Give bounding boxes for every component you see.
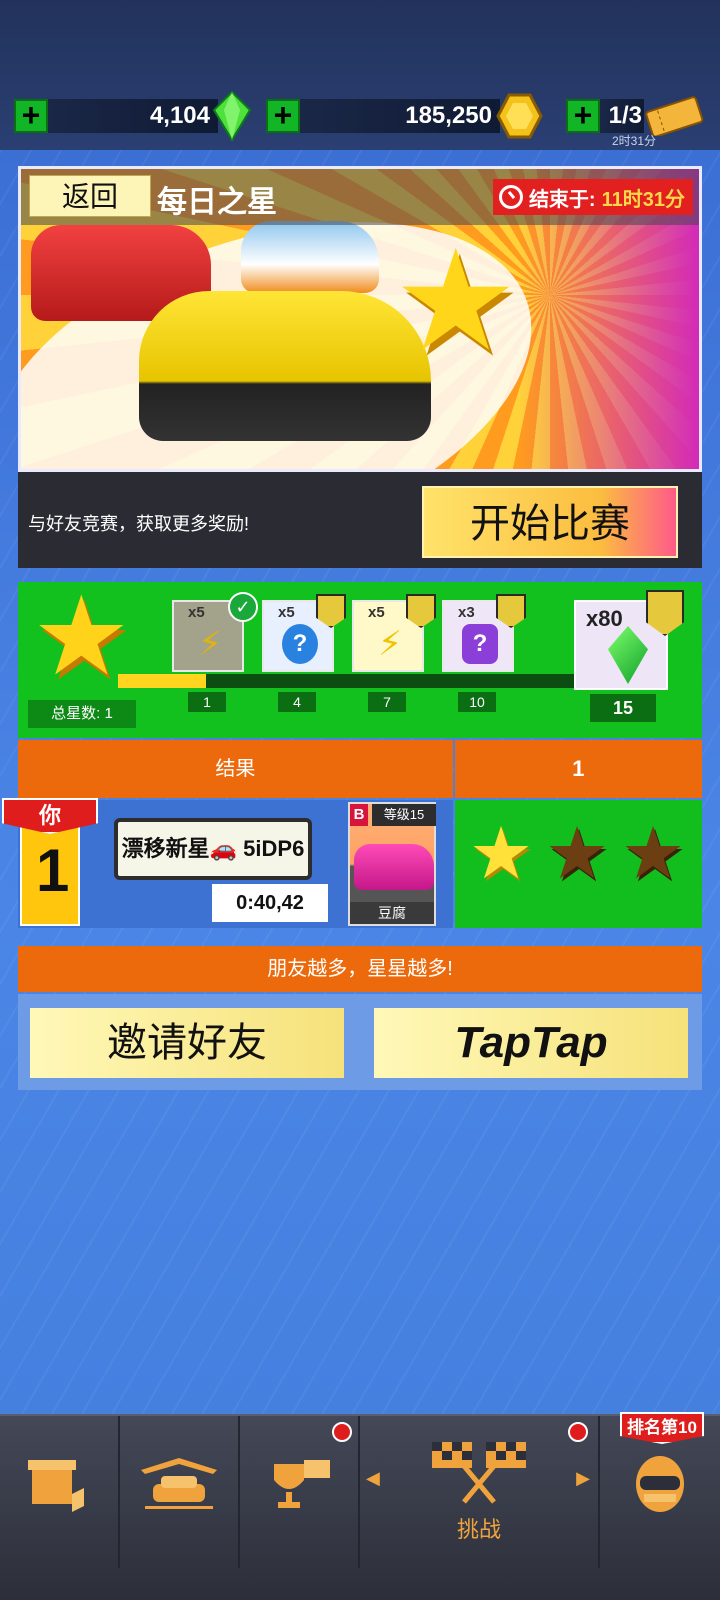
gem-icon — [608, 626, 648, 684]
coins-value: 185,250 — [300, 99, 500, 133]
add-tickets-button[interactable]: + — [566, 99, 600, 133]
coins-counter[interactable]: + 185,250 — [266, 93, 544, 139]
ends-value: 11时31分 — [601, 188, 685, 211]
star-icon: ★ — [468, 814, 534, 894]
lock-icon — [646, 590, 684, 636]
lightning-icon: ⚡ — [198, 625, 222, 663]
invite-friends-button[interactable]: 邀请好友 — [30, 1008, 344, 1078]
progress-track — [118, 674, 596, 688]
car-card[interactable]: B 等级15 豆腐 — [348, 802, 436, 926]
reward-qty: x5 — [188, 604, 205, 621]
arrow-left-icon: ◀ — [366, 1468, 380, 1488]
event-banner: ★ 返回 每日之星 结束于: 11时31分 — [18, 166, 702, 472]
gems-counter[interactable]: + 4,104 — [14, 90, 252, 142]
check-icon: ✓ — [228, 592, 258, 622]
tickets-counter[interactable]: + 1/3 — [566, 96, 704, 136]
star-icon: ★ — [393, 222, 519, 379]
rank-number: 1 — [36, 837, 70, 904]
challenge-flags-icon — [432, 1442, 526, 1504]
event-timer: 结束于: 11时31分 — [492, 179, 693, 215]
taptap-button[interactable]: TapTap — [374, 1008, 688, 1078]
event-title: 每日之星 — [157, 186, 277, 219]
blue-car-image — [241, 221, 379, 293]
add-coins-button[interactable]: + — [266, 99, 300, 133]
reward-qty: x3 — [458, 604, 475, 621]
mystery-blue-icon: ? — [282, 624, 318, 664]
total-stars-label: 总星数: 1 — [28, 700, 136, 728]
start-row: 与好友竞赛，获取更多奖励! 开始比赛 — [18, 472, 702, 568]
star-empty-icon: ★ — [544, 814, 610, 894]
invite-row: 邀请好友 TapTap — [18, 994, 702, 1090]
lock-icon — [406, 594, 436, 628]
car-level: 等级15 — [372, 804, 436, 826]
result-entry[interactable]: 1 你 漂移新星🚗 5iDP6 0:40,42 B 等级15 豆腐 ★ ★ ★ — [2, 798, 702, 928]
add-gems-button[interactable]: + — [14, 99, 48, 133]
car-image — [354, 844, 434, 890]
milestone-label: 10 — [458, 692, 496, 712]
mystery-purple-icon: ? — [462, 624, 498, 664]
trophy-icon — [274, 1460, 330, 1508]
friends-banner: 朋友越多，星星越多! — [18, 946, 702, 992]
milestone-label: 7 — [368, 692, 406, 712]
lightning-icon: ⚡ — [378, 625, 402, 663]
player-name-plate: 漂移新星🚗 5iDP6 — [114, 818, 312, 880]
total-stars-icon: ★ — [32, 575, 131, 698]
challenge-label: 挑战 — [456, 1517, 501, 1542]
stars-earned: ★ ★ ★ — [454, 800, 702, 928]
reward-tier-2[interactable]: x5 ? — [262, 594, 346, 672]
lock-icon — [316, 594, 346, 628]
star-progress: ★ 总星数: 1 x5 ⚡ ✓ 1 x5 ? 4 x5 ⚡ 7 x3 ? 10 … — [18, 582, 702, 738]
car-name: 豆腐 — [350, 902, 434, 924]
results-count: 1 — [454, 740, 702, 798]
nav-challenge[interactable]: ◀ 挑战 ▶ — [360, 1416, 600, 1568]
progress-fill — [118, 674, 206, 688]
reward-tier-1[interactable]: x5 ⚡ ✓ — [172, 592, 258, 672]
garage-icon — [141, 1458, 217, 1509]
milestone-label: 15 — [590, 694, 656, 722]
ends-label: 结束于: — [528, 188, 596, 211]
car-grade: B — [350, 804, 368, 826]
tickets-value: 1/3 — [600, 99, 644, 133]
start-hint: 与好友竞赛，获取更多奖励! — [28, 514, 249, 534]
yellow-car-image — [139, 291, 431, 441]
coin-icon — [496, 93, 543, 139]
reward-qty: x5 — [278, 604, 295, 621]
milestone-label: 4 — [278, 692, 316, 712]
gems-value: 4,104 — [48, 99, 218, 133]
profile-helmet-icon — [636, 1456, 684, 1512]
race-time: 0:40,42 — [212, 884, 328, 922]
nav-shop[interactable] — [0, 1416, 120, 1568]
gem-icon — [212, 90, 252, 142]
ticket-icon — [645, 96, 704, 136]
nav-garage[interactable] — [120, 1416, 240, 1568]
reward-qty: x80 — [586, 606, 623, 631]
results-label: 结果 — [18, 740, 453, 798]
reward-tier-4[interactable]: x3 ? — [442, 594, 526, 672]
reward-tier-3[interactable]: x5 ⚡ — [352, 594, 436, 672]
shop-icon — [28, 1460, 84, 1512]
clock-icon — [498, 185, 523, 209]
arrow-right-icon: ▶ — [576, 1468, 590, 1488]
lock-icon — [496, 594, 526, 628]
nav-trophy[interactable] — [240, 1416, 360, 1568]
milestone-label: 1 — [188, 692, 226, 712]
notification-dot — [568, 1422, 588, 1442]
bottom-nav: ◀ 挑战 ▶ 排名第10 — [0, 1412, 720, 1600]
reward-final[interactable]: x80 — [574, 590, 684, 690]
tickets-timer: 2时31分 — [612, 134, 657, 148]
back-button[interactable]: 返回 — [29, 175, 151, 217]
notification-dot — [332, 1422, 352, 1442]
results-header: 结果 1 — [18, 740, 702, 798]
reward-qty: x5 — [368, 604, 385, 621]
star-empty-icon: ★ — [620, 814, 686, 894]
start-race-button[interactable]: 开始比赛 — [422, 486, 678, 558]
